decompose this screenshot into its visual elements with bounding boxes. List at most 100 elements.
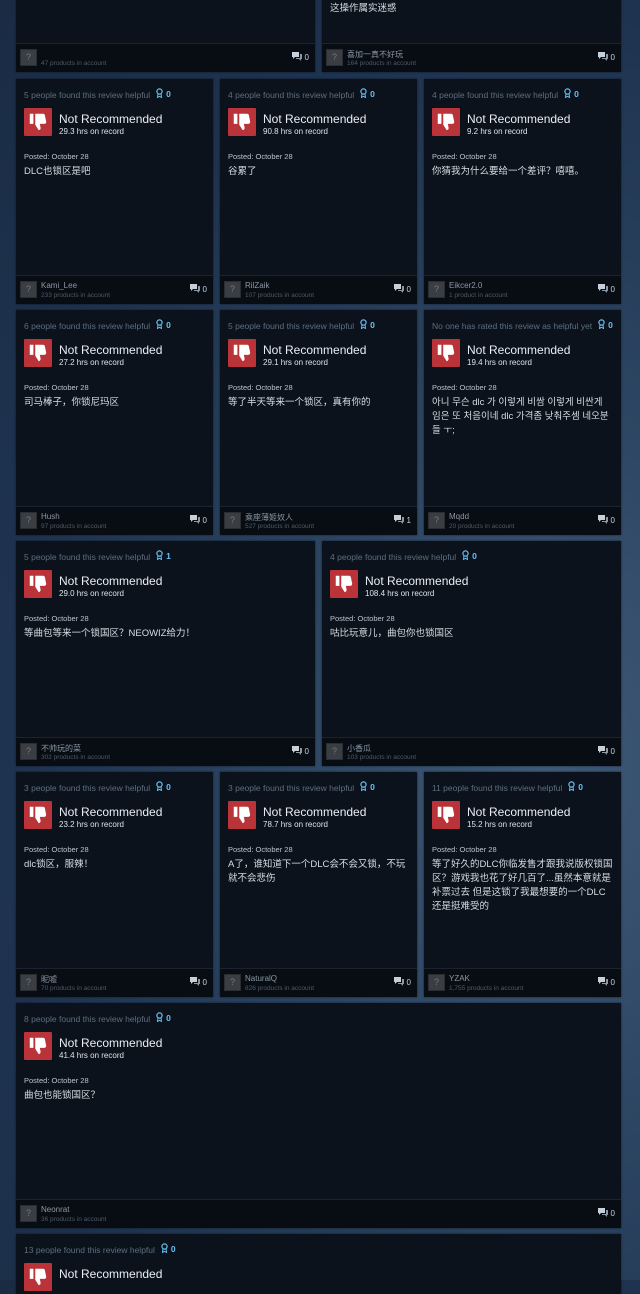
author-name[interactable]: Mqdd: [449, 512, 469, 521]
helpful-text: 3 people found this review helpful: [24, 783, 151, 793]
author-name[interactable]: 昵嘘: [41, 974, 57, 985]
comments-count[interactable]: 0: [597, 52, 615, 63]
author-name[interactable]: Kami_Lee: [41, 281, 77, 290]
comments-count[interactable]: 0: [291, 746, 309, 757]
review-verdict[interactable]: Not Recommended: [59, 805, 162, 819]
awards[interactable]: 0: [568, 781, 583, 793]
author-name[interactable]: Eikcer2.0: [449, 281, 482, 290]
review-card[interactable]: 8 people found this review helpful 0 Not R…: [16, 1003, 621, 1228]
author-name[interactable]: 小香瓜: [347, 743, 371, 754]
award-ribbon-icon: [156, 781, 163, 793]
author-name[interactable]: Neonrat: [41, 1205, 69, 1214]
avatar[interactable]: ?: [224, 281, 241, 298]
author-name[interactable]: 乘座薄姬奴人: [245, 512, 293, 523]
awards[interactable]: 0: [156, 1012, 171, 1024]
awards[interactable]: 0: [360, 319, 375, 331]
comments-count[interactable]: 0: [597, 515, 615, 526]
awards[interactable]: 0: [156, 319, 171, 331]
review-card[interactable]: No one has rated this review as helpful …: [424, 310, 621, 535]
review-text[interactable]: 谷累了: [228, 165, 409, 179]
review-card[interactable]: 5 people found this review helpful 1 Not R…: [16, 541, 315, 766]
comments-count[interactable]: 0: [189, 977, 207, 988]
review-text[interactable]: 你猜我为什么要给一个差评？嘻嘻。: [432, 165, 613, 179]
awards[interactable]: 0: [360, 88, 375, 100]
awards[interactable]: 0: [462, 550, 477, 562]
comments-count[interactable]: 0: [597, 1208, 615, 1219]
avatar[interactable]: ?: [224, 974, 241, 991]
awards[interactable]: 0: [564, 88, 579, 100]
helpful-text: 6 people found this review helpful: [24, 321, 151, 331]
comments-count[interactable]: 0: [597, 977, 615, 988]
avatar[interactable]: ?: [20, 512, 37, 529]
review-verdict[interactable]: Not Recommended: [365, 574, 468, 588]
awards[interactable]: 1: [156, 550, 171, 562]
review-verdict[interactable]: Not Recommended: [263, 805, 366, 819]
review-text[interactable]: DLC也锁区是吧: [24, 165, 205, 179]
review-verdict[interactable]: Not Recommended: [467, 343, 570, 357]
review-text[interactable]: 아니 무슨 dlc 가 이렇게 비쌈 이렇게 비싼게 임은 또 처음이네 dlc…: [432, 396, 613, 438]
author-name[interactable]: Hush: [41, 512, 60, 521]
author-name[interactable]: NaturalQ: [245, 974, 277, 983]
avatar[interactable]: ?: [20, 49, 37, 66]
review-verdict[interactable]: Not Recommended: [59, 343, 162, 357]
review-card[interactable]: 4 people found this review helpful 0 Not R…: [424, 79, 621, 304]
awards[interactable]: 0: [598, 319, 613, 331]
review-text[interactable]: 咕比玩意儿，曲包你也锁国区: [330, 627, 613, 641]
review-text[interactable]: 司马棒子，你锁尼玛区: [24, 396, 205, 410]
review-card[interactable]: 3 people found this review helpful 0 Not R…: [16, 772, 213, 997]
review-verdict[interactable]: Not Recommended: [59, 1036, 162, 1050]
comments-count[interactable]: 0: [189, 515, 207, 526]
review-verdict[interactable]: Not Recommended: [59, 1267, 162, 1281]
author-name[interactable]: 喜加一真不好玩: [347, 49, 403, 60]
review-text[interactable]: A了，谁知道下一个DLC会不会又锁，不玩就不会悲伤: [228, 858, 409, 886]
review-text[interactable]: 等了半天等来一个锁区，真有你的: [228, 396, 409, 410]
comments-count[interactable]: 0: [291, 52, 309, 63]
review-verdict[interactable]: Not Recommended: [59, 112, 162, 126]
review-verdict[interactable]: Not Recommended: [467, 805, 570, 819]
review-card[interactable]: 5 people found this review helpful 0 Not R…: [16, 79, 213, 304]
comments-count[interactable]: 0: [393, 284, 411, 295]
avatar[interactable]: ?: [326, 743, 343, 760]
review-card[interactable]: 3 people found this review helpful 0 Not R…: [220, 772, 417, 997]
review-text[interactable]: 曲包也能锁国区？: [24, 1089, 613, 1103]
review-text[interactable]: 等了好久的DLC你临发售才跟我说版权锁国区？游戏我也花了好几百了...虽然本意就…: [432, 858, 613, 914]
comments-count[interactable]: 0: [597, 746, 615, 757]
avatar[interactable]: ?: [326, 49, 343, 66]
review-card-partial[interactable]: 这操作属实迷惑? 喜加一真不好玩 164 products in account 0: [322, 0, 621, 72]
review-verdict[interactable]: Not Recommended: [263, 112, 366, 126]
review-text[interactable]: dlc锁区，服辣！: [24, 858, 205, 872]
review-card[interactable]: 13 people found this review helpful 0 Not …: [16, 1234, 621, 1294]
comments-count[interactable]: 0: [597, 284, 615, 295]
avatar[interactable]: ?: [20, 974, 37, 991]
avatar[interactable]: ?: [428, 974, 445, 991]
hours-on-record: 78.7 hrs on record: [263, 820, 328, 829]
comments-count[interactable]: 0: [189, 284, 207, 295]
comments-count[interactable]: 0: [393, 977, 411, 988]
awards[interactable]: 0: [360, 781, 375, 793]
comments-count[interactable]: 1: [393, 515, 411, 526]
author-name[interactable]: 不帅玩的菜: [41, 743, 81, 754]
avatar[interactable]: ?: [20, 1205, 37, 1222]
review-verdict[interactable]: Not Recommended: [263, 343, 366, 357]
awards[interactable]: 0: [156, 781, 171, 793]
review-card[interactable]: 5 people found this review helpful 0 Not R…: [220, 310, 417, 535]
author-name[interactable]: YZAK: [449, 974, 470, 983]
review-text[interactable]: 这操作属实迷惑: [330, 2, 613, 16]
review-text[interactable]: 等曲包等来一个锁国区？NEOWIZ给力！: [24, 627, 307, 641]
review-verdict[interactable]: Not Recommended: [59, 574, 162, 588]
review-card[interactable]: 6 people found this review helpful 0 Not R…: [16, 310, 213, 535]
avatar[interactable]: ?: [20, 281, 37, 298]
thumbs-down-icon: [432, 801, 460, 829]
review-card[interactable]: 11 people found this review helpful 0 Not …: [424, 772, 621, 997]
review-verdict[interactable]: Not Recommended: [467, 112, 570, 126]
author-name[interactable]: RilZaik: [245, 281, 269, 290]
awards[interactable]: 0: [161, 1243, 176, 1255]
review-card-partial[interactable]: ? 47 products in account 0: [16, 0, 315, 72]
avatar[interactable]: ?: [224, 512, 241, 529]
avatar[interactable]: ?: [428, 281, 445, 298]
avatar[interactable]: ?: [428, 512, 445, 529]
avatar[interactable]: ?: [20, 743, 37, 760]
awards[interactable]: 0: [156, 88, 171, 100]
review-card[interactable]: 4 people found this review helpful 0 Not R…: [322, 541, 621, 766]
review-card[interactable]: 4 people found this review helpful 0 Not R…: [220, 79, 417, 304]
